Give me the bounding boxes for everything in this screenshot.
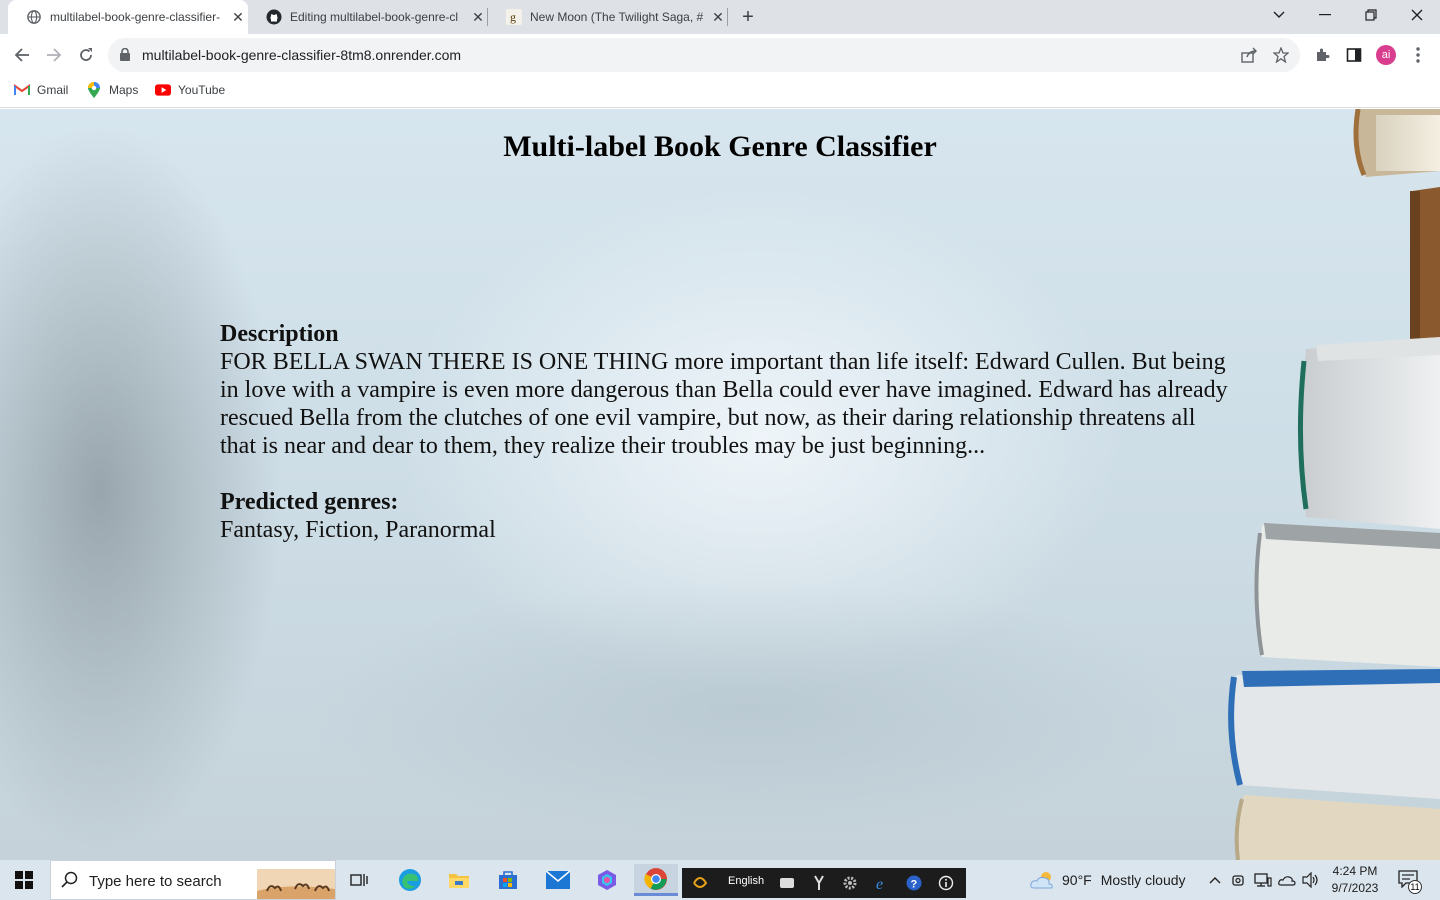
windows-taskbar: Type here to search English e ? 90°F Mos… — [0, 860, 1440, 900]
weather-widget[interactable]: 90°F Mostly cloudy — [1030, 870, 1186, 890]
settings-gear-icon[interactable] — [842, 875, 858, 891]
close-tab-icon[interactable]: ✕ — [710, 9, 726, 25]
reload-button[interactable] — [72, 41, 100, 69]
goodreads-icon: g — [506, 9, 522, 25]
tab-genre-classifier[interactable]: multilabel-book-genre-classifier- ✕ — [8, 0, 248, 34]
page-title: Multi-label Book Genre Classifier — [503, 130, 937, 163]
mail-icon[interactable] — [538, 864, 578, 896]
volume-icon[interactable] — [1301, 870, 1321, 890]
tab-strip: multilabel-book-genre-classifier- ✕ Edit… — [0, 0, 1440, 34]
svg-text:g: g — [510, 10, 516, 24]
lock-icon[interactable] — [120, 47, 130, 66]
genres-text: Fantasy, Fiction, Paranormal — [220, 517, 496, 543]
genres-heading: Predicted genres: — [220, 489, 399, 515]
system-clock[interactable]: 4:24 PM 9/7/2023 — [1322, 863, 1388, 897]
result-section: Description FOR BELLA SWAN THERE IS ONE … — [220, 320, 1230, 544]
taskbar-search-box[interactable]: Type here to search — [50, 860, 336, 900]
tab-search-icon[interactable] — [1256, 0, 1302, 30]
chevron-up-icon[interactable] — [1205, 870, 1225, 890]
description-text: FOR BELLA SWAN THERE IS ONE THING more i… — [220, 349, 1228, 459]
books-stack-image — [1228, 109, 1440, 860]
search-icon — [61, 871, 79, 894]
background-haze — [300, 579, 1200, 839]
copilot-app-icon[interactable] — [587, 864, 627, 896]
github-icon — [266, 9, 282, 25]
tab-separator — [727, 8, 728, 26]
network-icon[interactable] — [1253, 870, 1273, 890]
edge-browser-icon[interactable] — [390, 864, 430, 896]
gmail-icon — [14, 82, 30, 98]
language-toolbar: English e ? — [682, 868, 966, 898]
onedrive-icon[interactable] — [1277, 870, 1297, 890]
svg-text:e: e — [876, 876, 883, 891]
youtube-icon — [155, 82, 171, 98]
side-panel-icon[interactable] — [1344, 45, 1364, 65]
back-button[interactable] — [8, 41, 36, 69]
bookmark-label: Maps — [109, 83, 139, 97]
notification-center-icon[interactable]: 11 — [1398, 870, 1422, 894]
input-tool-icon[interactable] — [812, 875, 826, 891]
chrome-taskbar-icon[interactable] — [634, 864, 678, 896]
desert-camels-icon — [257, 869, 335, 899]
app-tray-icon[interactable] — [692, 875, 708, 891]
description-heading: Description — [220, 321, 339, 347]
extensions-icon[interactable] — [1312, 45, 1332, 65]
restore-button[interactable] — [1348, 0, 1394, 30]
close-tab-icon[interactable]: ✕ — [230, 9, 246, 25]
start-button[interactable] — [0, 860, 48, 900]
file-explorer-icon[interactable] — [439, 864, 479, 896]
url-text[interactable]: multilabel-book-genre-classifier-8tm8.on… — [142, 47, 461, 63]
weather-temperature: 90°F — [1062, 872, 1092, 888]
microsoft-store-icon[interactable] — [488, 864, 528, 896]
maps-icon — [86, 82, 102, 98]
tab-github-editing[interactable]: Editing multilabel-book-genre-cl ✕ — [248, 0, 488, 34]
tab-title: Editing multilabel-book-genre-cl — [290, 10, 459, 24]
tab-goodreads[interactable]: g New Moon (The Twilight Saga, # ✕ — [488, 0, 728, 34]
search-placeholder: Type here to search — [89, 873, 222, 890]
language-label[interactable]: English — [728, 875, 764, 887]
menu-kebab-icon[interactable] — [1408, 45, 1428, 65]
share-icon[interactable] — [1240, 46, 1258, 64]
svg-text:?: ? — [911, 879, 918, 891]
profile-avatar[interactable]: ai — [1376, 45, 1396, 65]
browser-toolbar: multilabel-book-genre-classifier-8tm8.on… — [0, 34, 1440, 76]
close-window-button[interactable] — [1394, 0, 1440, 30]
bookmark-star-icon[interactable] — [1272, 46, 1290, 64]
address-bar[interactable]: multilabel-book-genre-classifier-8tm8.on… — [108, 38, 1300, 72]
forward-button[interactable] — [40, 41, 68, 69]
minimize-button[interactable] — [1302, 0, 1348, 30]
task-view-icon[interactable] — [340, 864, 380, 896]
globe-icon — [26, 9, 42, 25]
bookmark-label: YouTube — [178, 83, 226, 97]
page-background: Multi-label Book Genre Classifier Descri… — [0, 109, 1440, 860]
bookmarks-bar: Gmail Maps YouTube — [0, 76, 1440, 108]
bookmark-label: Gmail — [37, 83, 69, 97]
help-icon[interactable]: ? — [906, 875, 922, 891]
keyboard-icon[interactable] — [780, 878, 794, 888]
internet-explorer-icon[interactable]: e — [874, 875, 890, 891]
new-tab-button[interactable]: + — [736, 5, 760, 29]
clock-date: 9/7/2023 — [1331, 881, 1379, 895]
close-tab-icon[interactable]: ✕ — [470, 9, 486, 25]
tab-title: New Moon (The Twilight Saga, # — [530, 10, 704, 24]
weather-description: Mostly cloudy — [1100, 872, 1186, 888]
windows-logo-icon — [15, 871, 33, 889]
meet-now-icon[interactable] — [1229, 870, 1249, 890]
info-icon[interactable] — [938, 875, 954, 891]
partly-cloudy-icon — [1030, 872, 1053, 889]
notification-badge: 11 — [1408, 880, 1422, 894]
clock-time: 4:24 PM — [1332, 864, 1378, 878]
bookmark-gmail[interactable]: Gmail — [14, 82, 68, 98]
bookmark-youtube[interactable]: YouTube — [155, 82, 225, 98]
bookmark-maps[interactable]: Maps — [86, 82, 138, 98]
tab-title: multilabel-book-genre-classifier- — [50, 10, 221, 24]
